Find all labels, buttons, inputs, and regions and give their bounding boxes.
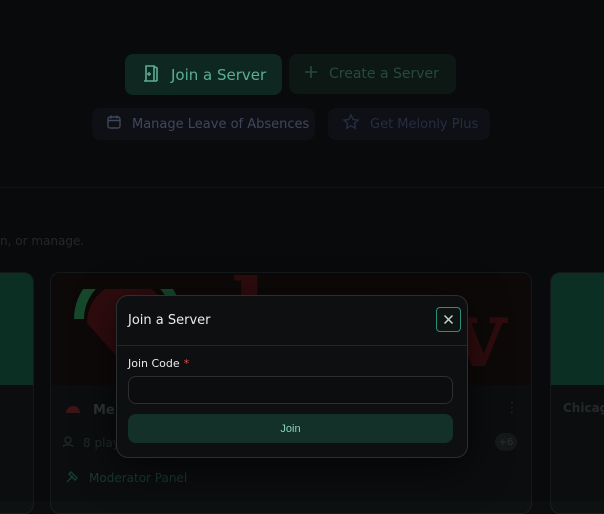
join-code-label-text: Join Code (128, 357, 180, 370)
join-code-input[interactable] (128, 376, 453, 404)
close-icon (443, 310, 454, 329)
modal-title: Join a Server (128, 313, 211, 328)
modal-header: Join a Server (117, 296, 467, 346)
required-marker: * (183, 357, 190, 370)
join-server-modal: Join a Server Join Code * Join (116, 295, 468, 458)
join-button[interactable]: Join (128, 414, 453, 443)
close-button[interactable] (436, 307, 461, 332)
join-code-label: Join Code * (128, 357, 189, 370)
